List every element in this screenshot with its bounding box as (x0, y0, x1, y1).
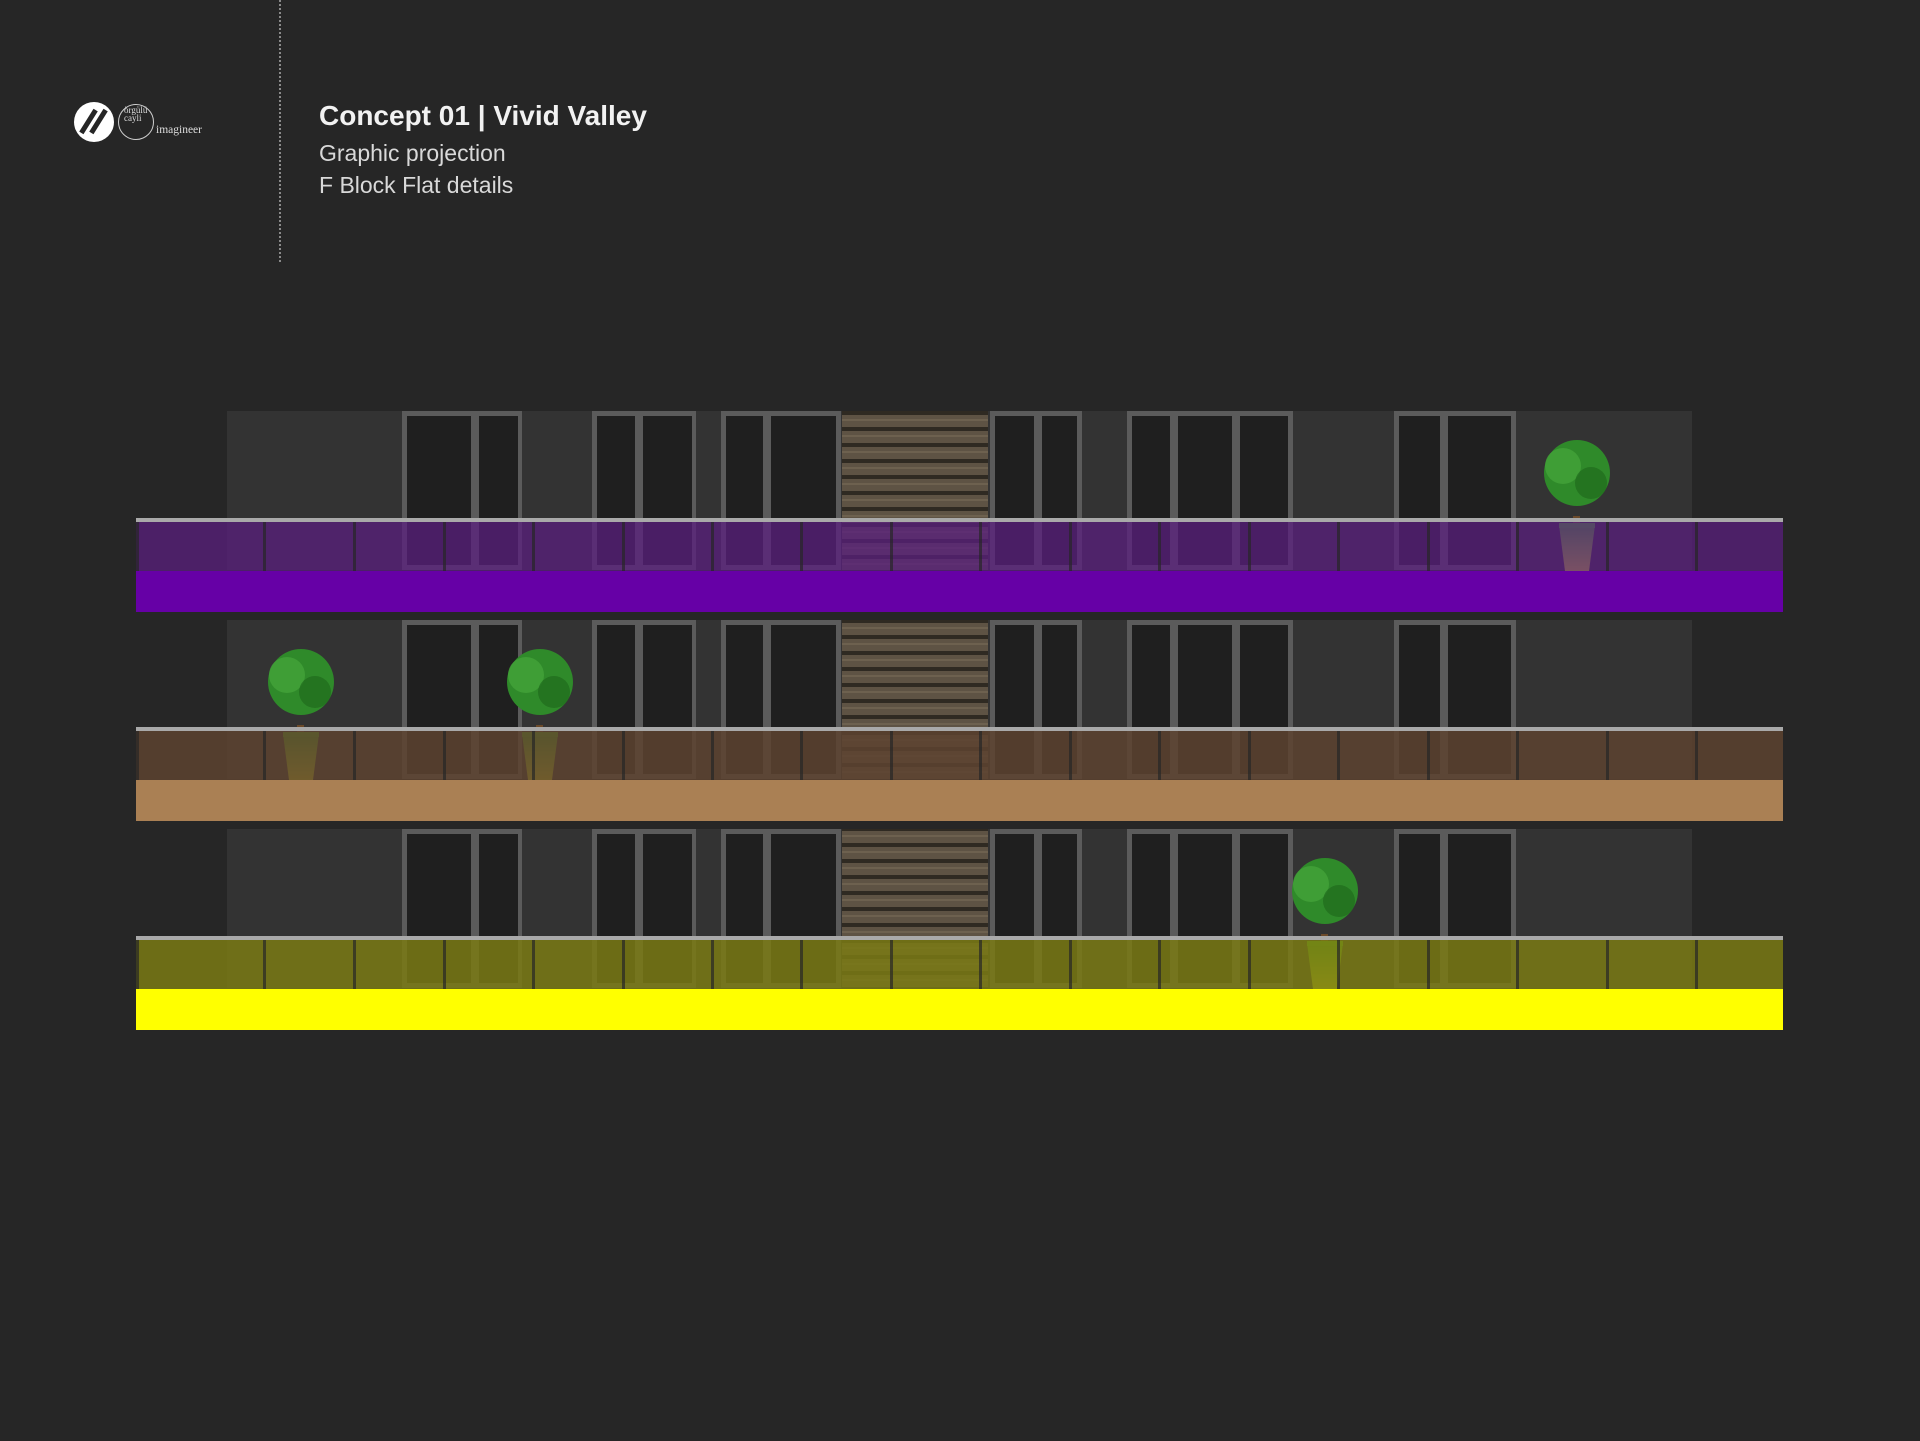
plant-shade (1575, 467, 1607, 499)
rail-post (1783, 730, 1786, 780)
rail-post (532, 521, 535, 571)
rail-post (1248, 939, 1251, 989)
rail-post (136, 730, 139, 780)
rail-post (1248, 521, 1251, 571)
rail-post (136, 939, 139, 989)
rail-post (1783, 521, 1786, 571)
floor-slab (136, 571, 1783, 612)
glass-balustrade (136, 730, 1783, 780)
rail-post (800, 939, 803, 989)
rail-post (136, 521, 139, 571)
rail-post (443, 521, 446, 571)
rail-post (532, 939, 535, 989)
glass-balustrade (136, 521, 1783, 571)
rail-post (263, 730, 266, 780)
building-elevation (136, 411, 1786, 1030)
rail-post (1158, 939, 1161, 989)
rail-post (1069, 730, 1072, 780)
rail-post (1427, 521, 1430, 571)
plant-shade (538, 676, 570, 708)
rail-post (890, 730, 893, 780)
rail-post (1069, 521, 1072, 571)
rail-post (532, 730, 535, 780)
rail-post (1695, 521, 1698, 571)
rail-post (353, 730, 356, 780)
rail-post (890, 939, 893, 989)
handrail (136, 518, 1783, 522)
rail-post (711, 730, 714, 780)
rail-post (1337, 521, 1340, 571)
rail-post (1606, 521, 1609, 571)
plant-highlight (508, 657, 544, 693)
rail-post (711, 939, 714, 989)
rail-post (622, 939, 625, 989)
rail-post (1337, 939, 1340, 989)
rail-post (979, 730, 982, 780)
rail-post (1158, 730, 1161, 780)
rail-post (1695, 939, 1698, 989)
rail-post (1516, 730, 1519, 780)
rail-post (1427, 939, 1430, 989)
rail-post (1337, 730, 1340, 780)
rail-post (263, 521, 266, 571)
handrail (136, 727, 1783, 731)
rail-post (1783, 939, 1786, 989)
rail-post (1516, 939, 1519, 989)
handrail (136, 936, 1783, 940)
floor-middle-floor (136, 620, 1786, 821)
rail-post (1695, 730, 1698, 780)
plant-highlight (1545, 448, 1581, 484)
rail-post (979, 939, 982, 989)
rail-post (443, 939, 446, 989)
floor-bottom-floor (136, 829, 1786, 1030)
floor-top-floor (136, 411, 1786, 612)
rail-post (443, 730, 446, 780)
rail-post (1606, 730, 1609, 780)
rail-post (1248, 730, 1251, 780)
rail-post (1606, 939, 1609, 989)
rail-post (622, 521, 625, 571)
rail-post (800, 521, 803, 571)
plant-shade (299, 676, 331, 708)
rail-post (800, 730, 803, 780)
rail-post (1069, 939, 1072, 989)
plant-highlight (269, 657, 305, 693)
rail-post (353, 521, 356, 571)
rail-post (1427, 730, 1430, 780)
rail-post (890, 521, 893, 571)
glass-balustrade (136, 939, 1783, 989)
rail-post (1158, 521, 1161, 571)
rail-post (979, 521, 982, 571)
floor-slab (136, 780, 1783, 821)
rail-post (353, 939, 356, 989)
rail-post (622, 730, 625, 780)
plant-shade (1323, 885, 1355, 917)
floor-slab (136, 989, 1783, 1030)
plant-highlight (1293, 866, 1329, 902)
rail-post (263, 939, 266, 989)
rail-post (1516, 521, 1519, 571)
rail-post (711, 521, 714, 571)
